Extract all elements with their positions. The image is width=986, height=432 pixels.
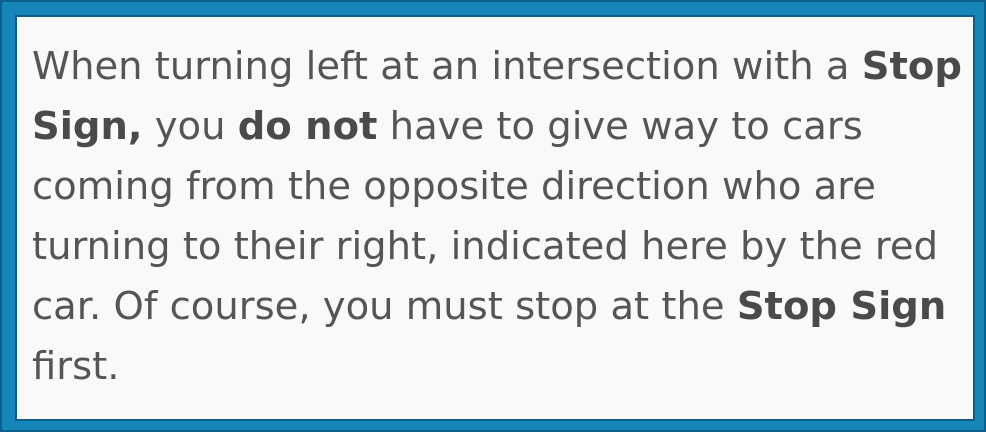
text-segment-1: When turning left at an intersection wit… [32, 44, 862, 89]
text-segment-3: you [142, 104, 238, 149]
info-box-panel: When turning left at an intersection wit… [15, 15, 975, 421]
text-segment-7: first. [32, 344, 120, 389]
text-bold-stop-sign-2: Stop Sign [736, 284, 947, 329]
info-text: When turning left at an intersection wit… [32, 37, 962, 397]
text-bold-do-not: do not [237, 104, 378, 149]
info-box-frame: When turning left at an intersection wit… [0, 0, 986, 432]
